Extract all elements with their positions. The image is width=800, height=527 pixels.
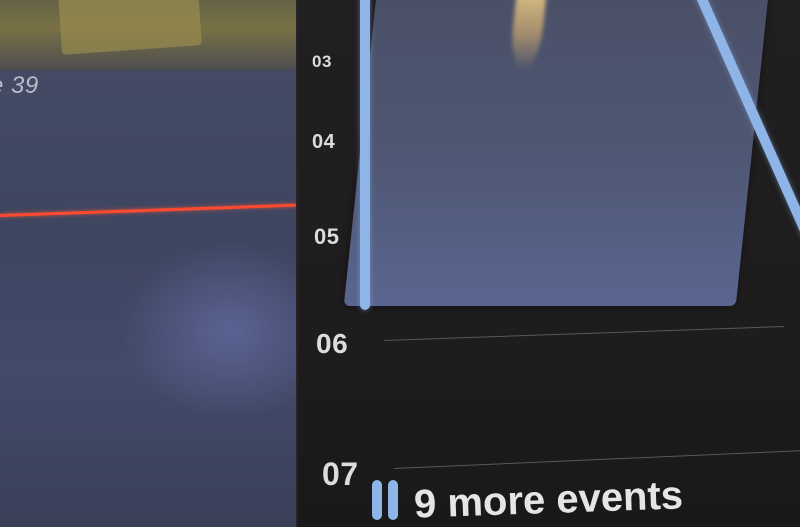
calendar-screen: e 39 03 04 05 06 07 9 more events [0,0,800,527]
adjacent-day-pane[interactable]: e 39 [0,0,298,527]
more-events-button[interactable]: 9 more events [372,473,684,527]
screen-glare [120,240,296,420]
day-timeline[interactable]: 03 04 05 06 07 9 more events [298,0,800,527]
event-stripe [372,480,382,520]
current-time-indicator [0,203,296,217]
hour-label-06: 06 [316,328,349,359]
hour-label-05: 05 [314,224,340,249]
hour-label-03: 03 [312,52,332,71]
event-stripe [388,480,398,520]
more-events-color-stripes [372,480,398,520]
event-color-bar [360,0,370,310]
event-caption: e 39 [0,72,39,99]
image-shape [58,0,202,55]
event-image-highlight [508,0,548,70]
hour-label-07: 07 [322,456,359,492]
hour-line-06 [383,326,784,341]
hour-label-04: 04 [312,131,336,153]
event-block[interactable] [343,0,770,306]
event-image [0,0,296,70]
more-events-label: 9 more events [413,473,684,527]
hour-line-07 [393,450,800,469]
